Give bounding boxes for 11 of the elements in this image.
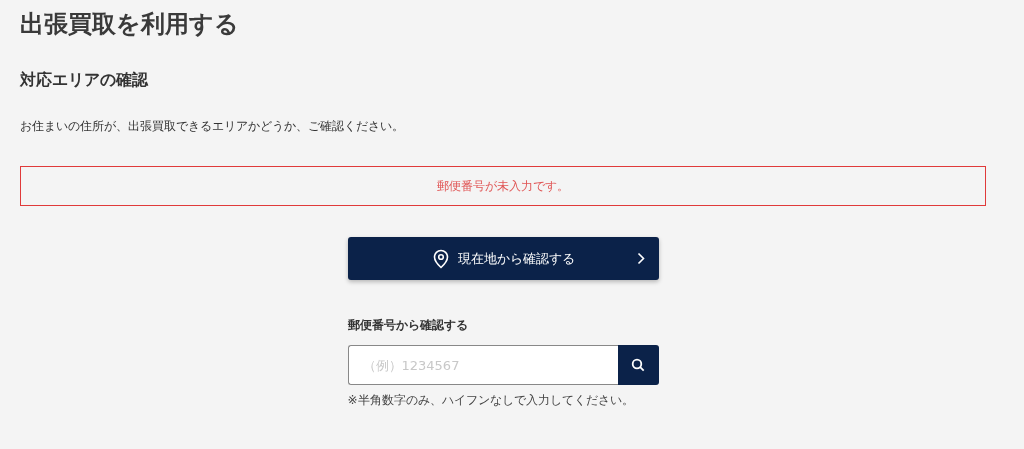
chevron-right-icon (636, 252, 645, 265)
description: お住まいの住所が、出張買取できるエリアかどうか、ご確認ください。 (20, 118, 405, 135)
postal-label: 郵便番号から確認する (347, 317, 469, 334)
error-message: 郵便番号が未入力です。 (437, 177, 569, 195)
location-button[interactable]: 現在地から確認する (347, 237, 659, 280)
location-pin-icon (431, 248, 450, 269)
search-icon (631, 358, 645, 372)
search-button[interactable] (617, 345, 659, 385)
input-hint: ※半角数字のみ、ハイフンなしで入力してください。 (347, 392, 635, 409)
page-title: 出張買取を利用する (20, 9, 240, 40)
section-title: 対応エリアの確認 (20, 69, 149, 91)
